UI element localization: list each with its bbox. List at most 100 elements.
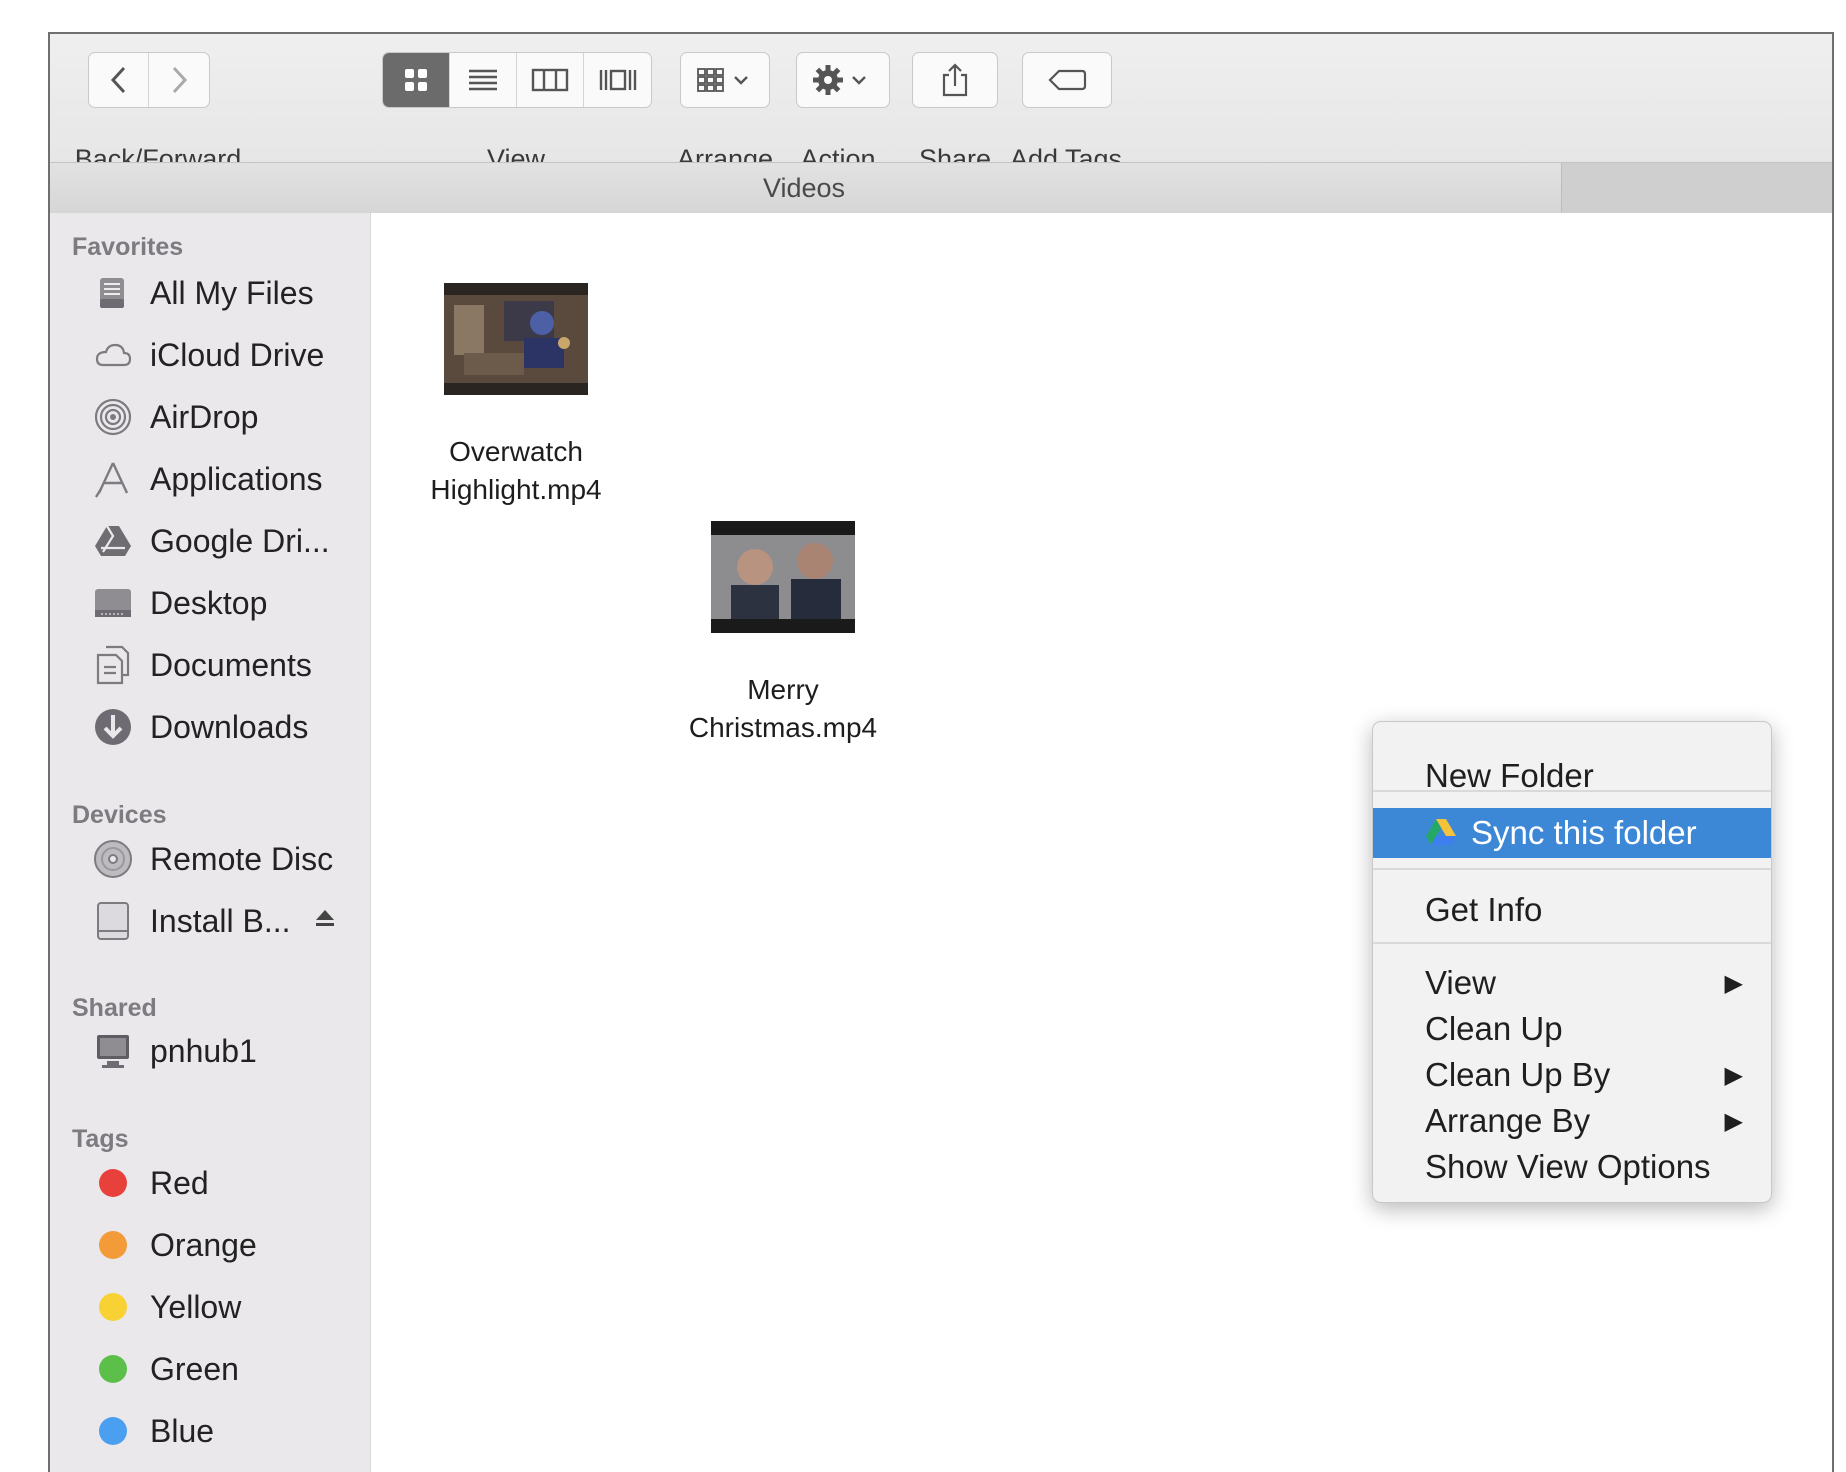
- menu-item-new-folder[interactable]: New Folder: [1373, 751, 1771, 801]
- sidebar-item-label: AirDrop: [150, 398, 259, 435]
- sidebar-item-downloads[interactable]: Downloads: [92, 703, 308, 751]
- downloads-icon: [92, 706, 134, 748]
- airdrop-icon: [92, 396, 134, 438]
- path-bar-right-segment: [1561, 163, 1832, 213]
- desktop-icon: [92, 582, 134, 624]
- add-tags-button[interactable]: [1022, 52, 1112, 108]
- sidebar-item-label: Yellow: [150, 1288, 242, 1325]
- menu-item-clean-up-by[interactable]: Clean Up By ▶: [1373, 1050, 1771, 1100]
- columns-icon: [531, 68, 569, 92]
- back-forward-control: [88, 52, 210, 108]
- sidebar-item-tag-blue[interactable]: Blue: [92, 1407, 214, 1455]
- sidebar-item-tag-yellow[interactable]: Yellow: [92, 1283, 241, 1331]
- sidebar-item-google-drive[interactable]: Google Dri...: [92, 517, 330, 565]
- sidebar-item-tag-orange[interactable]: Orange: [92, 1221, 257, 1269]
- computer-icon: [92, 1030, 134, 1072]
- video-thumbnail: [444, 283, 588, 395]
- eject-icon[interactable]: [313, 906, 339, 936]
- sidebar-item-label: All My Files: [150, 274, 314, 311]
- sidebar: Favorites All My Files iCloud Drive AirD…: [50, 213, 371, 1472]
- yellow-tag-dot-icon: [99, 1293, 127, 1321]
- documents-icon: [92, 644, 134, 686]
- all-files-icon: [92, 272, 134, 314]
- menu-separator: [1373, 942, 1771, 944]
- file-item-merry-christmas[interactable]: Merry Christmas.mp4: [668, 521, 898, 747]
- sidebar-item-applications[interactable]: Applications: [92, 455, 323, 503]
- menu-item-arrange-by[interactable]: Arrange By ▶: [1373, 1096, 1771, 1146]
- submenu-arrow-icon: ▶: [1724, 1107, 1743, 1135]
- sidebar-item-install-drive[interactable]: Install B...: [92, 897, 339, 945]
- share-icon: [942, 63, 968, 97]
- menu-item-show-view-options[interactable]: Show View Options: [1373, 1142, 1771, 1192]
- action-button[interactable]: [796, 52, 890, 108]
- view-control: [382, 52, 652, 108]
- green-tag-dot-icon: [99, 1355, 127, 1383]
- google-drive-icon: [1425, 818, 1457, 848]
- menu-separator: [1373, 868, 1771, 870]
- drive-icon: [92, 900, 134, 942]
- sidebar-item-all-my-files[interactable]: All My Files: [92, 269, 314, 317]
- applications-icon: [92, 458, 134, 500]
- cloud-icon: [92, 334, 134, 376]
- cover-flow-button[interactable]: [584, 53, 651, 107]
- sidebar-item-label: Blue: [150, 1412, 215, 1449]
- disc-icon: [92, 838, 134, 880]
- sidebar-item-label: pnhub1: [150, 1032, 257, 1069]
- sidebar-item-pnhub1[interactable]: pnhub1: [92, 1027, 257, 1075]
- file-item-overwatch[interactable]: Overwatch Highlight.mp4: [401, 283, 631, 509]
- sidebar-item-airdrop[interactable]: AirDrop: [92, 393, 258, 441]
- sidebar-item-label: Documents: [150, 646, 312, 683]
- menu-item-view[interactable]: View ▶: [1373, 958, 1771, 1008]
- sidebar-section-shared: Shared: [72, 994, 157, 1022]
- forward-button[interactable]: [149, 53, 209, 107]
- sidebar-item-label: Remote Disc: [150, 840, 334, 877]
- sidebar-item-label: Orange: [150, 1226, 257, 1263]
- red-tag-dot-icon: [99, 1169, 127, 1197]
- submenu-arrow-icon: ▶: [1724, 1061, 1743, 1089]
- menu-item-get-info[interactable]: Get Info: [1373, 885, 1771, 935]
- sidebar-item-label: Google Dri...: [150, 522, 330, 559]
- sidebar-section-devices: Devices: [72, 801, 167, 829]
- list-view-button[interactable]: [450, 53, 517, 107]
- sidebar-item-label: iCloud Drive: [150, 336, 325, 373]
- menu-item-sync-this-folder[interactable]: Sync this folder: [1373, 808, 1771, 858]
- column-view-button[interactable]: [517, 53, 584, 107]
- back-button[interactable]: [89, 53, 149, 107]
- google-drive-icon: [92, 520, 134, 562]
- sidebar-item-documents[interactable]: Documents: [92, 641, 312, 689]
- list-icon: [469, 69, 497, 91]
- file-name: Overwatch Highlight.mp4: [430, 436, 602, 505]
- sidebar-item-label: Install B...: [150, 902, 291, 939]
- context-menu: New Folder Sync this folder Get Info Vie…: [1372, 721, 1772, 1203]
- sidebar-item-tag-green[interactable]: Green: [92, 1345, 239, 1393]
- sidebar-section-tags: Tags: [72, 1125, 129, 1153]
- sidebar-item-label: Red: [150, 1164, 209, 1201]
- submenu-arrow-icon: ▶: [1724, 969, 1743, 997]
- toolbar: Back/Forward View Arrange Action Share A…: [50, 34, 1832, 213]
- sidebar-section-favorites: Favorites: [72, 233, 184, 261]
- sidebar-item-tag-red[interactable]: Red: [92, 1159, 209, 1207]
- arrange-icon: [697, 68, 748, 92]
- cover-flow-icon: [599, 69, 636, 91]
- chevron-left-icon: [110, 66, 125, 94]
- sidebar-item-icloud-drive[interactable]: iCloud Drive: [92, 331, 324, 379]
- video-thumbnail: [711, 521, 855, 633]
- menu-separator: [1373, 790, 1771, 792]
- window-title: Videos: [762, 173, 846, 203]
- orange-tag-dot-icon: [99, 1231, 127, 1259]
- sidebar-item-label: Downloads: [150, 708, 309, 745]
- menu-item-clean-up[interactable]: Clean Up: [1373, 1004, 1771, 1054]
- sidebar-item-desktop[interactable]: Desktop: [92, 579, 267, 627]
- sidebar-item-remote-disc[interactable]: Remote Disc: [92, 835, 333, 883]
- arrange-button[interactable]: [680, 52, 770, 108]
- tag-icon: [1048, 69, 1087, 91]
- icon-view-button[interactable]: [383, 53, 450, 107]
- icon-grid-icon: [405, 69, 427, 91]
- path-bar: Videos: [50, 162, 1832, 213]
- sidebar-item-label: Applications: [150, 460, 323, 497]
- file-name: Merry Christmas.mp4: [688, 674, 878, 743]
- share-button[interactable]: [912, 52, 998, 108]
- chevron-right-icon: [172, 66, 188, 94]
- gear-icon: [813, 65, 866, 95]
- sidebar-item-label: Desktop: [150, 584, 268, 621]
